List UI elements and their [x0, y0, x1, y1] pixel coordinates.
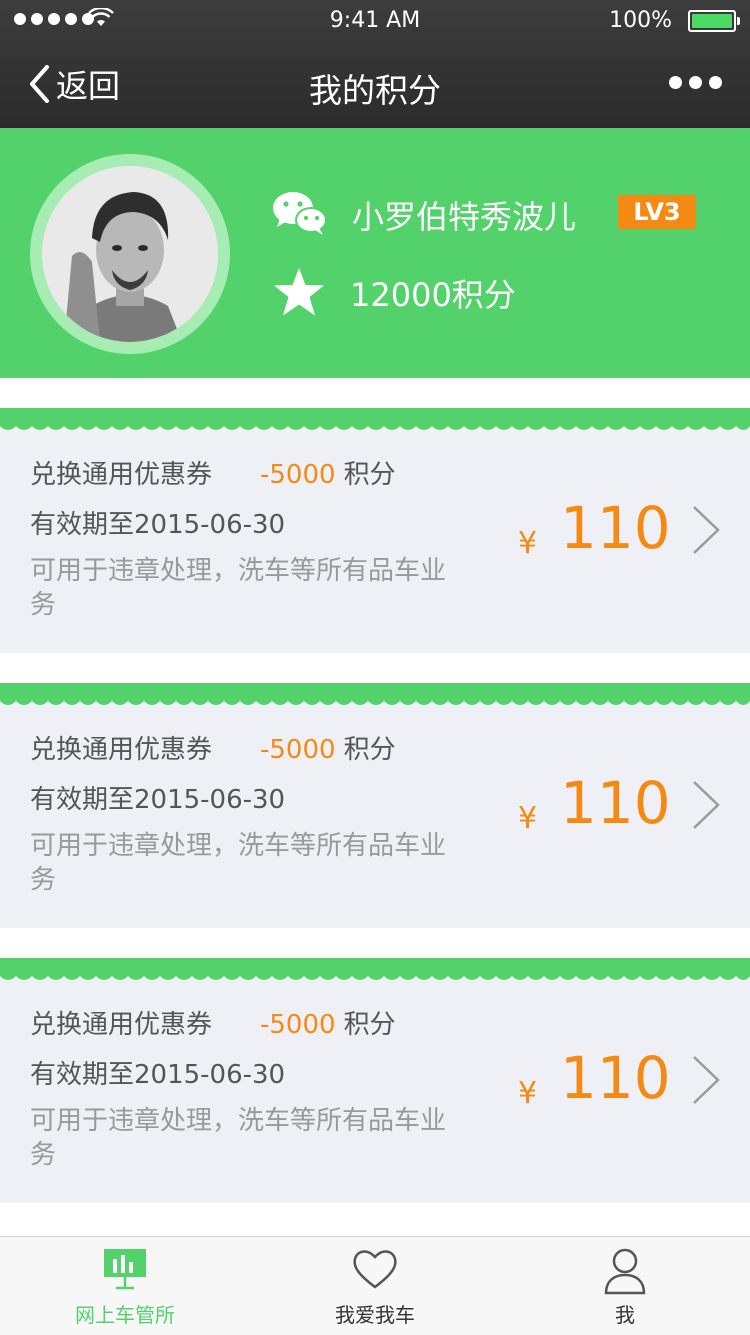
- coupon-cost-value: -5000: [260, 1010, 336, 1040]
- coupon-currency: ¥: [518, 1076, 538, 1111]
- coupon-expiry: 有效期至2015-06-30: [30, 1060, 286, 1090]
- coupon-title: 兑换通用优惠券: [30, 460, 213, 490]
- coupon-expiry: 有效期至2015-06-30: [30, 510, 286, 540]
- more-icon[interactable]: [669, 76, 722, 89]
- coupon-description: 可用于违章处理，洗车等所有品车业务: [30, 831, 447, 895]
- tab-label: 网上车管所: [75, 1303, 175, 1327]
- tab-bar: 网上车管所 我爱我车 我: [0, 1236, 750, 1335]
- coupon-scallop-edge: [0, 426, 750, 430]
- chevron-right-icon: [693, 781, 720, 829]
- coupon-description: 可用于违章处理，洗车等所有品车业务: [30, 1106, 447, 1170]
- coupon-stripe: [0, 408, 750, 426]
- user-icon: [604, 1248, 646, 1295]
- coupon-cost: -5000 积分: [260, 729, 396, 766]
- heart-icon: [353, 1250, 397, 1289]
- coupon-cost-unit: 积分: [343, 460, 396, 490]
- tab-label: 我爱我车: [335, 1303, 415, 1327]
- level-badge: LV3: [618, 195, 696, 229]
- coupon-expiry: 有效期至2015-06-30: [30, 785, 286, 815]
- tab-vehicle-office[interactable]: 网上车管所: [0, 1237, 250, 1335]
- chart-icon: [104, 1249, 146, 1290]
- chevron-right-icon: [693, 1056, 720, 1104]
- top-bar: 9:41 AM 100% 返回 我的积分: [0, 0, 750, 128]
- star-icon: [274, 268, 324, 316]
- coupon-stripe: [0, 683, 750, 701]
- coupon-scallop-edge: [0, 701, 750, 705]
- coupon-card[interactable]: 兑换通用优惠券 -5000 积分 有效期至2015-06-30 可用于违章处理，洗…: [0, 408, 750, 653]
- coupon-currency: ¥: [518, 801, 538, 836]
- coupon-description: 可用于违章处理，洗车等所有品车业务: [30, 556, 447, 620]
- tab-me[interactable]: 我: [500, 1237, 750, 1335]
- coupon-cost: -5000 积分: [260, 1004, 396, 1041]
- profile-header: 小罗伯特秀波儿 LV3 12000积分: [0, 128, 750, 378]
- status-bar: 9:41 AM 100%: [0, 0, 750, 40]
- coupon-cost-unit: 积分: [343, 735, 396, 765]
- coupon-card[interactable]: 兑换通用优惠券 -5000 积分 有效期至2015-06-30 可用于违章处理，洗…: [0, 683, 750, 928]
- battery-icon: [688, 10, 740, 32]
- points-total: 12000积分: [350, 276, 516, 314]
- coupon-title: 兑换通用优惠券: [30, 735, 213, 765]
- tab-label: 我: [615, 1303, 635, 1327]
- avatar[interactable]: [42, 166, 218, 342]
- coupon-cost-value: -5000: [260, 460, 336, 490]
- coupon-stripe: [0, 958, 750, 976]
- coupon-cost: -5000 积分: [260, 454, 396, 491]
- coupon-amount: 110: [560, 1044, 671, 1112]
- coupon-amount: 110: [560, 769, 671, 837]
- page-title: 我的积分: [309, 71, 441, 110]
- chevron-right-icon: [693, 506, 720, 554]
- avatar-ring: [30, 154, 230, 354]
- wechat-icon: [273, 192, 327, 235]
- coupon-amount: 110: [560, 494, 671, 562]
- coupon-title: 兑换通用优惠券: [30, 1010, 213, 1040]
- battery-percentage: 100%: [609, 8, 672, 33]
- coupon-scallop-edge: [0, 976, 750, 980]
- coupon-card[interactable]: 兑换通用优惠券 -5000 积分 有效期至2015-06-30 可用于违章处理，洗…: [0, 958, 750, 1203]
- coupon-cost-value: -5000: [260, 735, 336, 765]
- navigation-bar: 返回 我的积分: [0, 40, 750, 128]
- tab-my-car[interactable]: 我爱我车: [250, 1237, 500, 1335]
- coupon-currency: ¥: [518, 526, 538, 561]
- user-nickname: 小罗伯特秀波儿: [352, 198, 577, 236]
- coupon-cost-unit: 积分: [343, 1010, 396, 1040]
